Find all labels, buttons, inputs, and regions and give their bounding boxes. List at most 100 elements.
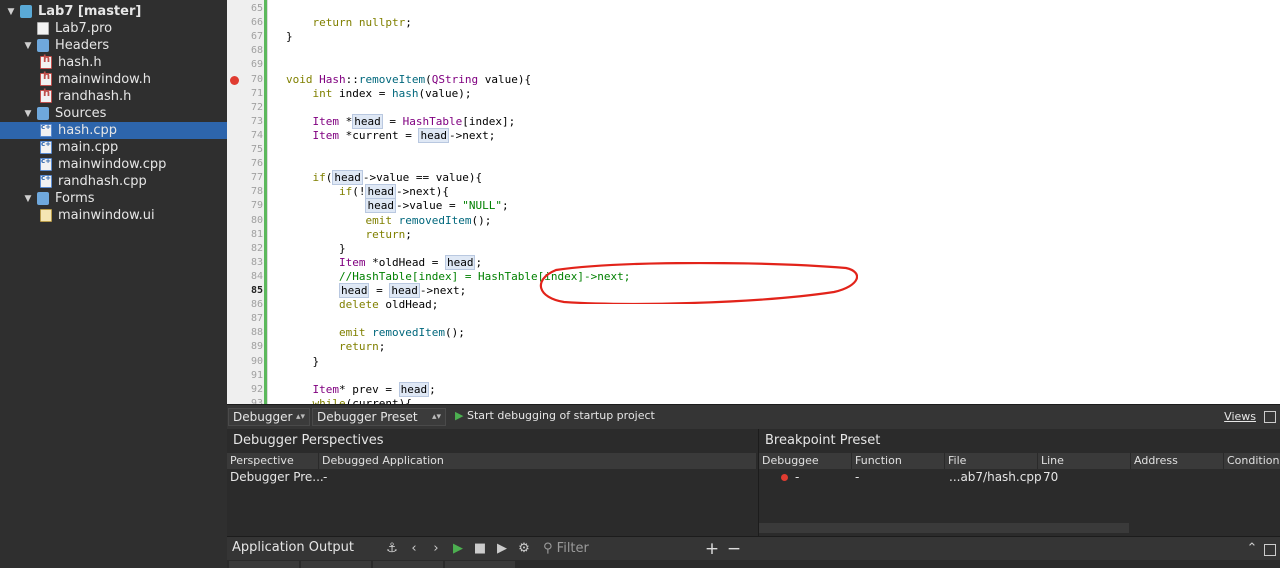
code-line[interactable]: 86 delete oldHead; (227, 298, 1280, 312)
previous-icon[interactable]: ‹ (405, 540, 423, 558)
col-perspective[interactable]: Perspective (227, 453, 319, 469)
col-line[interactable]: Line (1038, 453, 1131, 469)
code-line[interactable]: 81 return; (227, 228, 1280, 242)
filter-placeholder: Filter (556, 541, 589, 556)
code-line[interactable]: 75 (227, 143, 1280, 157)
tree-item[interactable]: main.cpp (0, 139, 227, 156)
code-line[interactable]: 66 return nullptr; (227, 16, 1280, 30)
attach-icon[interactable]: ⚓ (383, 540, 401, 558)
code-text: delete oldHead; (338, 298, 439, 312)
zoom-out-icon[interactable]: − (725, 540, 743, 558)
tree-item[interactable]: randhash.h (0, 88, 227, 105)
output-tab[interactable] (229, 561, 299, 568)
tree-item[interactable]: randhash.cpp (0, 173, 227, 190)
code-line[interactable]: 71 int index = hash(value); (227, 87, 1280, 101)
cpp-file-icon (40, 123, 52, 137)
debugger-mode-combo[interactable]: Debugger ▴▾ (228, 408, 310, 426)
code-line[interactable]: 87 (227, 312, 1280, 326)
perspective-cell[interactable]: Debugger Pre... (230, 470, 324, 484)
cpp-file-icon (40, 174, 52, 188)
code-line[interactable]: 76 (227, 157, 1280, 171)
split-icon[interactable] (1264, 411, 1276, 423)
horizontal-scrollbar[interactable] (759, 523, 1129, 533)
tree-item[interactable]: ▼ Headers (0, 37, 227, 54)
next-icon[interactable]: › (427, 540, 445, 558)
debugged-app-cell[interactable]: - (323, 470, 327, 484)
output-tab[interactable] (301, 561, 371, 568)
file-cell[interactable]: ...ab7/hash.cpp (949, 470, 1042, 484)
tree-item[interactable]: hash.cpp (0, 122, 227, 139)
col-debugged-application[interactable]: Debugged Application (319, 453, 757, 469)
tree-item[interactable]: mainwindow.h (0, 71, 227, 88)
line-number: 73 (250, 115, 263, 127)
line-number: 69 (250, 59, 263, 71)
code-text: if(! head ->next){ (338, 184, 449, 200)
debug-run-icon[interactable]: ▶ (493, 540, 511, 558)
perspectives-header: Perspective Debugged Application (227, 453, 757, 469)
col-condition[interactable]: Condition (1224, 453, 1280, 469)
code-line[interactable]: 68 (227, 44, 1280, 58)
line-number: 70 (250, 73, 263, 85)
views-button[interactable]: Views (1224, 410, 1256, 423)
line-number: 84 (250, 270, 263, 282)
code-line[interactable]: 84 //HashTable[index] = HashTable[index]… (227, 270, 1280, 284)
filter-input[interactable]: ⚲ Filter (543, 541, 589, 556)
col-address[interactable]: Address (1131, 453, 1224, 469)
expand-arrow-icon[interactable]: ▼ (6, 7, 16, 17)
tree-item[interactable]: ▼ Forms (0, 190, 227, 207)
search-icon: ⚲ (543, 541, 553, 556)
code-line[interactable]: 91 (227, 369, 1280, 383)
start-debugging-button[interactable]: ▶ Start debugging of startup project (455, 409, 655, 422)
code-line[interactable]: 93 while(current){ (227, 397, 1280, 404)
tree-item[interactable]: mainwindow.ui (0, 207, 227, 224)
code-editor[interactable]: 65 66 return nullptr; 67} 68 6970 void Hash::… (227, 0, 1280, 404)
code-line[interactable]: 79 head ->value = "NULL"; (227, 198, 1280, 214)
zoom-in-icon[interactable]: + (703, 540, 721, 558)
code-line[interactable]: 74 Item *current = head ->next; (227, 127, 1280, 143)
line-number: 76 (250, 158, 263, 170)
code-line[interactable]: 73 Item * head = HashTable[index]; (227, 113, 1280, 129)
expand-arrow-icon[interactable]: ▼ (23, 109, 33, 119)
code-line[interactable]: 72 (227, 101, 1280, 115)
code-line[interactable]: 77 if(head ->value == value){ (227, 170, 1280, 186)
tree-item[interactable]: ▼ Sources (0, 105, 227, 122)
code-line[interactable]: 85 head = head ->next; (227, 283, 1280, 298)
code-line[interactable]: 78 if(! head ->next){ (227, 184, 1280, 200)
output-tab[interactable] (373, 561, 443, 568)
expand-arrow-icon[interactable]: ▼ (23, 194, 33, 204)
code-line[interactable]: 83 Item *oldHead = head; (227, 254, 1280, 270)
code-line[interactable]: 67} (227, 30, 1280, 44)
tree-item[interactable]: mainwindow.cpp (0, 156, 227, 173)
stop-icon[interactable]: ■ (471, 540, 489, 558)
code-line[interactable]: 90 } (227, 355, 1280, 369)
tree-item[interactable]: ▼ Lab7 [master] (0, 3, 227, 20)
output-tab[interactable] (445, 561, 515, 568)
code-line[interactable]: 70 void Hash::removeItem(QString value){ (227, 73, 1280, 87)
close-panel-icon[interactable] (1264, 544, 1276, 556)
code-line[interactable]: 80 emit removedItem(); (227, 214, 1280, 228)
code-line[interactable]: 82 } (227, 242, 1280, 256)
debuggee-cell[interactable]: - (795, 470, 799, 484)
line-number: 82 (250, 242, 263, 254)
code-line[interactable]: 65 (227, 2, 1280, 16)
maximize-chevron-icon[interactable]: ⌃ (1243, 540, 1261, 558)
col-function[interactable]: Function (852, 453, 945, 469)
col-file[interactable]: File (945, 453, 1038, 469)
function-cell[interactable]: - (855, 470, 859, 484)
code-line[interactable]: 92 Item* prev = head; (227, 381, 1280, 397)
code-line[interactable]: 89 return; (227, 340, 1280, 354)
expand-arrow-icon[interactable]: ▼ (23, 41, 33, 51)
settings-gear-icon[interactable]: ⚙ (515, 540, 533, 558)
header-file-icon (40, 71, 52, 86)
code-line[interactable]: 69 (227, 58, 1280, 72)
ui-file-icon (40, 209, 52, 222)
debugger-preset-combo[interactable]: Debugger Preset ▴▾ (312, 408, 446, 426)
tree-item[interactable]: Lab7.pro (0, 20, 227, 37)
run-icon[interactable]: ▶ (449, 540, 467, 558)
breakpoint-preset-panel: Breakpoint Preset Debuggee Function File… (758, 429, 1280, 536)
tree-item-label: Lab7 [master] (38, 4, 142, 19)
line-cell[interactable]: 70 (1043, 470, 1058, 484)
col-debuggee[interactable]: Debuggee (759, 453, 852, 469)
code-line[interactable]: 88 emit removedItem(); (227, 326, 1280, 340)
tree-item[interactable]: hash.h (0, 54, 227, 71)
